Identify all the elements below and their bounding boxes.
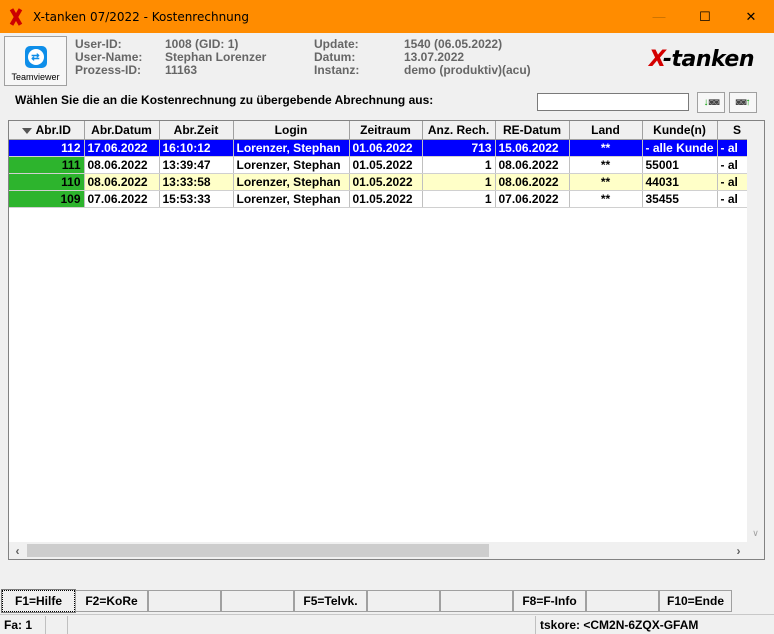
teamviewer-icon: ⇄ xyxy=(24,46,47,68)
cell-abr-zeit: 15:53:33 xyxy=(159,190,234,208)
col-header-kunden[interactable]: Kunde(n) xyxy=(642,121,718,140)
process-id-value: 11163 xyxy=(165,63,198,77)
scroll-left-icon[interactable]: ‹ xyxy=(9,542,26,559)
app-logo-icon xyxy=(9,10,23,24)
col-header-abr-id[interactable]: Abr.ID xyxy=(9,121,85,140)
maximize-button[interactable]: ☐ xyxy=(682,0,728,33)
cell-land: ** xyxy=(569,173,643,191)
cell-abr-id: 112 xyxy=(9,139,85,157)
title-bar: X-tanken 07/2022 - Kostenrechnung — ☐ ✕ xyxy=(0,0,774,33)
cell-re-datum: 08.06.2022 xyxy=(495,156,570,174)
cell-zeitraum: 01.05.2022 xyxy=(349,173,423,191)
cell-land: ** xyxy=(569,190,643,208)
instance-value: demo (produktiv)(acu) xyxy=(404,63,531,77)
teamviewer-button[interactable]: ⇄ Teamviewer xyxy=(4,36,67,86)
col-header-abr-zeit[interactable]: Abr.Zeit xyxy=(159,121,234,140)
table-row[interactable]: 112 17.06.2022 16:10:12 Lorenzer, Stepha… xyxy=(9,139,758,157)
sort-down-icon xyxy=(21,127,32,134)
cell-abr-datum: 17.06.2022 xyxy=(84,139,160,157)
binoculars-icon: ◙◙ xyxy=(708,97,719,108)
binoculars-icon: ◙◙ xyxy=(735,97,746,108)
cell-kunden: 44031 xyxy=(642,173,718,191)
cell-re-datum: 08.06.2022 xyxy=(495,173,570,191)
f4-button[interactable] xyxy=(221,590,294,612)
f2-kore-button[interactable]: F2=KoRe xyxy=(75,590,148,612)
horizontal-scrollbar[interactable]: ‹ › xyxy=(9,542,747,559)
vertical-scrollbar[interactable]: ∨ xyxy=(747,121,764,542)
f3-button[interactable] xyxy=(148,590,221,612)
f10-end-button[interactable]: F10=Ende xyxy=(659,590,732,612)
arrow-up-icon: ↑ xyxy=(745,97,751,108)
col-header-land[interactable]: Land xyxy=(569,121,643,140)
cell-abr-datum: 08.06.2022 xyxy=(84,173,160,191)
f6-button[interactable] xyxy=(367,590,440,612)
search-up-button[interactable]: ◙◙ ↑ xyxy=(729,92,757,113)
cell-kunden: 55001 xyxy=(642,156,718,174)
scrollbar-corner xyxy=(747,542,764,559)
cell-login: Lorenzer, Stephan xyxy=(233,190,350,208)
brand-logo: X-tanken xyxy=(649,47,754,72)
status-field: Fa: 1 xyxy=(0,615,46,634)
cell-re-datum: 07.06.2022 xyxy=(495,190,570,208)
teamviewer-label: Teamviewer xyxy=(11,72,60,82)
cell-abr-zeit: 13:33:58 xyxy=(159,173,234,191)
cell-anz-rech: 1 xyxy=(422,156,496,174)
status-indicator xyxy=(46,615,68,634)
cell-anz-rech: 1 xyxy=(422,173,496,191)
status-info: tskore: <CM2N-6ZQX-GFAM xyxy=(540,617,699,632)
cell-anz-rech: 713 xyxy=(422,139,496,157)
minimize-button[interactable]: — xyxy=(636,0,682,33)
col-header-login[interactable]: Login xyxy=(233,121,350,140)
cell-re-datum: 15.06.2022 xyxy=(495,139,570,157)
cell-login: Lorenzer, Stephan xyxy=(233,156,350,174)
col-header-anz-rech[interactable]: Anz. Rech. xyxy=(422,121,496,140)
cell-abr-id: 110 xyxy=(9,173,85,191)
scroll-down-icon[interactable]: ∨ xyxy=(747,525,764,542)
cell-land: ** xyxy=(569,156,643,174)
cell-abr-zeit: 13:39:47 xyxy=(159,156,234,174)
horizontal-scroll-thumb[interactable] xyxy=(27,544,489,557)
scroll-right-icon[interactable]: › xyxy=(730,542,747,559)
f1-help-button[interactable]: F1=Hilfe xyxy=(1,589,76,613)
search-down-button[interactable]: ↓ ◙◙ xyxy=(697,92,725,113)
selection-prompt: Wählen Sie die an die Kostenrechnung zu … xyxy=(15,93,434,107)
f8-info-button[interactable]: F8=F-Info xyxy=(513,590,586,612)
cell-anz-rech: 1 xyxy=(422,190,496,208)
window-title: X-tanken 07/2022 - Kostenrechnung xyxy=(33,9,249,24)
table-header: Abr.ID Abr.Datum Abr.Zeit Login Zeitraum… xyxy=(9,121,758,140)
cell-abr-id: 109 xyxy=(9,190,85,208)
col-header-zeitraum[interactable]: Zeitraum xyxy=(349,121,423,140)
f5-telvk-button[interactable]: F5=Telvk. xyxy=(294,590,367,612)
cell-abr-datum: 08.06.2022 xyxy=(84,156,160,174)
process-id-label: Prozess-ID: xyxy=(75,63,142,77)
table-row[interactable]: 110 08.06.2022 13:33:58 Lorenzer, Stepha… xyxy=(9,173,758,191)
cell-login: Lorenzer, Stephan xyxy=(233,173,350,191)
col-header-re-datum[interactable]: RE-Datum xyxy=(495,121,570,140)
header-panel: ⇄ Teamviewer User-ID: User-Name: Prozess… xyxy=(0,33,774,88)
table-row[interactable]: 109 07.06.2022 15:53:33 Lorenzer, Stepha… xyxy=(9,190,758,208)
f7-button[interactable] xyxy=(440,590,513,612)
cell-zeitraum: 01.05.2022 xyxy=(349,156,423,174)
cell-abr-zeit: 16:10:12 xyxy=(159,139,234,157)
settlement-table[interactable]: Abr.ID Abr.Datum Abr.Zeit Login Zeitraum… xyxy=(8,120,765,560)
cell-kunden: 35455 xyxy=(642,190,718,208)
search-input[interactable] xyxy=(537,93,689,111)
close-button[interactable]: ✕ xyxy=(728,0,774,33)
cell-zeitraum: 01.05.2022 xyxy=(349,190,423,208)
instance-label: Instanz: xyxy=(314,63,360,77)
f9-button[interactable] xyxy=(586,590,659,612)
cell-kunden: - alle Kunde xyxy=(642,139,718,157)
col-header-abr-datum[interactable]: Abr.Datum xyxy=(84,121,160,140)
function-key-bar: F1=Hilfe F2=KoRe F5=Telvk. F8=F-Info F10… xyxy=(1,589,732,613)
cell-login: Lorenzer, Stephan xyxy=(233,139,350,157)
cell-abr-id: 111 xyxy=(9,156,85,174)
cell-land: ** xyxy=(569,139,643,157)
cell-abr-datum: 07.06.2022 xyxy=(84,190,160,208)
status-bar: Fa: 1 tskore: <CM2N-6ZQX-GFAM xyxy=(0,614,774,634)
status-spacer xyxy=(68,615,536,634)
table-row[interactable]: 111 08.06.2022 13:39:47 Lorenzer, Stepha… xyxy=(9,156,758,174)
cell-zeitraum: 01.06.2022 xyxy=(349,139,423,157)
